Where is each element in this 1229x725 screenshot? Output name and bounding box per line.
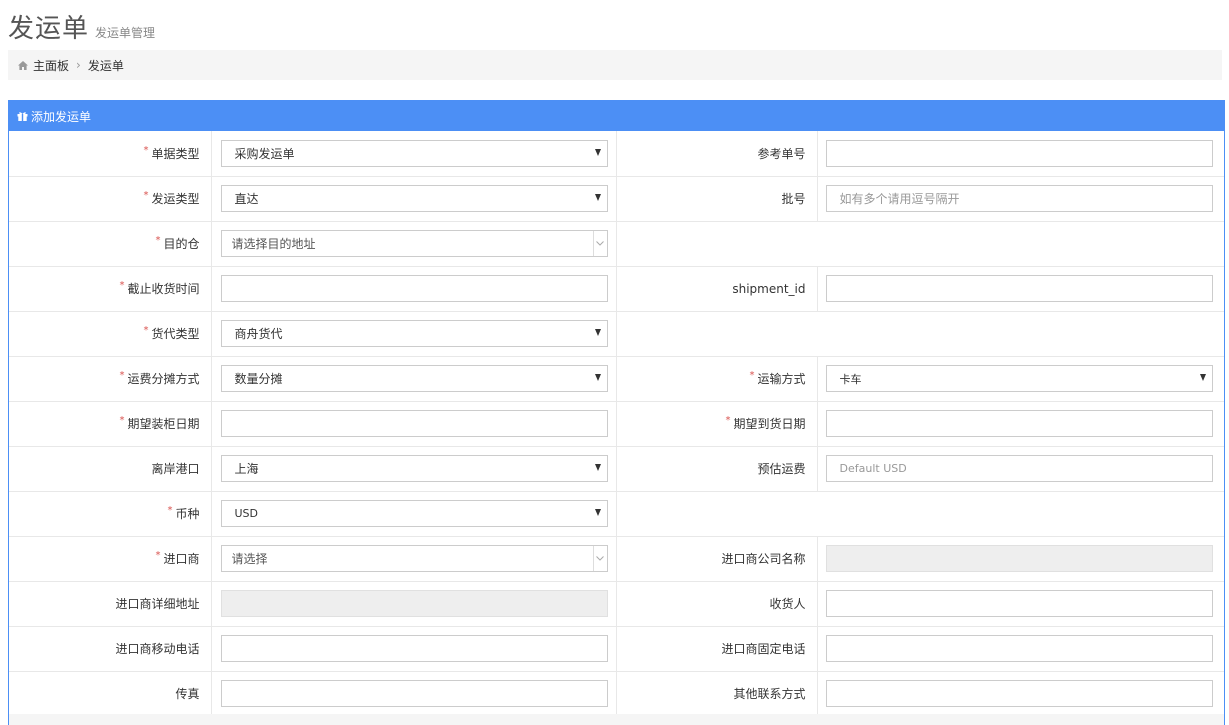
form-row: 传真 其他联系方式 [9,671,1224,717]
shipment-id-input[interactable] [825,275,1213,302]
expected-load-date-input[interactable] [220,410,608,437]
form-row: * 发运类型 直达 批号 如有多个请用逗号隔开 [9,176,1224,222]
currency-label: * 币种 [9,491,212,537]
chevron-down-icon [592,546,607,571]
caret-down-icon [594,374,601,381]
ship-type-label: * 发运类型 [9,176,212,222]
form-row: * 截止收货时间 shipment_id [9,266,1224,312]
departure-port-select[interactable]: 上海 [220,455,608,482]
ship-type-select[interactable]: 直达 [220,185,608,212]
other-contact-input[interactable] [825,680,1213,707]
shipment-form: * 单据类型 采购发运单 参考单号 * 发运类型 直达 批号 如有多个请用逗号隔开 … [9,131,1224,717]
caret-down-icon [594,509,601,516]
form-row: * 单据类型 采购发运单 参考单号 [9,131,1224,177]
breadcrumb: 主面板 › 发运单 [8,50,1222,80]
est-freight-input[interactable]: Default USD [825,455,1213,482]
page-subtitle: 发运单管理 [95,26,156,40]
importer-company-input [825,545,1213,572]
expected-arrival-date-label: * 期望到货日期 [616,401,818,447]
panel-footer [9,714,1224,725]
form-row: * 期望装柜日期 * 期望到货日期 [9,401,1224,447]
form-row: 进口商移动电话 进口商固定电话 [9,626,1224,672]
home-icon [18,60,28,70]
importer-company-label: 进口商公司名称 [616,536,818,582]
form-row: 进口商详细地址 收货人 [9,581,1224,627]
other-contact-label: 其他联系方式 [616,671,818,717]
gift-icon [17,112,28,121]
importer-phone-label: 进口商固定电话 [616,626,818,672]
expected-load-date-label: * 期望装柜日期 [9,401,212,447]
doc-type-label: * 单据类型 [9,131,212,177]
breadcrumb-separator: › [76,58,81,72]
form-row: * 运费分摊方式 数量分摊 * 运输方式 卡车 [9,356,1224,402]
freight-alloc-select[interactable]: 数量分摊 [220,365,608,392]
cutoff-time-label: * 截止收货时间 [9,266,212,312]
panel-heading: 添加发运单 [9,101,1224,131]
currency-select[interactable]: USD [220,500,608,527]
importer-address-label: 进口商详细地址 [9,581,212,627]
breadcrumb-home-link[interactable]: 主面板 [33,57,69,74]
doc-type-select[interactable]: 采购发运单 [220,139,608,167]
caret-down-icon [594,148,601,156]
dest-warehouse-select[interactable]: 请选择目的地址 [220,230,608,257]
est-freight-label: 预估运费 [616,446,818,492]
cutoff-time-input[interactable] [220,275,608,302]
ref-no-input[interactable] [825,139,1213,167]
consignee-input[interactable] [825,590,1213,617]
form-row: 离岸港口 上海 预估运费 Default USD [9,446,1224,492]
importer-select[interactable]: 请选择 [220,545,608,572]
page-title: 发运单 [8,14,90,44]
panel-title: 添加发运单 [31,109,92,124]
freight-alloc-label: * 运费分摊方式 [9,356,212,402]
forwarder-type-select[interactable]: 商舟货代 [220,320,608,347]
ref-no-label: 参考单号 [616,131,818,177]
importer-mobile-input[interactable] [220,635,608,662]
caret-down-icon [594,464,601,471]
transport-mode-select[interactable]: 卡车 [825,365,1213,392]
caret-down-icon [1199,374,1206,381]
expected-arrival-date-input[interactable] [825,410,1213,437]
importer-label: * 进口商 [9,536,212,582]
importer-mobile-label: 进口商移动电话 [9,626,212,672]
transport-mode-label: * 运输方式 [616,356,818,402]
importer-phone-input[interactable] [825,635,1213,662]
importer-address-input [220,590,608,617]
form-row: * 货代类型 商舟货代 [9,311,1224,357]
consignee-label: 收货人 [616,581,818,627]
batch-no-label: 批号 [616,176,818,222]
caret-down-icon [594,329,601,336]
caret-down-icon [594,194,601,201]
chevron-down-icon [592,231,607,256]
form-row: * 进口商 请选择 进口商公司名称 [9,536,1224,582]
page-header: 发运单 发运单管理 [8,8,155,44]
breadcrumb-current: 发运单 [87,58,124,73]
fax-label: 传真 [9,671,212,717]
form-row: * 币种 USD [9,491,1224,537]
batch-no-input[interactable]: 如有多个请用逗号隔开 [825,185,1213,212]
fax-input[interactable] [220,680,608,707]
departure-port-label: 离岸港口 [9,446,212,492]
form-row: * 目的仓 请选择目的地址 [9,221,1224,267]
dest-warehouse-label: * 目的仓 [9,221,212,267]
add-shipment-panel: 添加发运单 * 单据类型 采购发运单 参考单号 * 发运类型 直达 批号 如有多个请… [8,100,1225,725]
forwarder-type-label: * 货代类型 [9,311,212,357]
shipment-id-label: shipment_id [616,266,818,312]
